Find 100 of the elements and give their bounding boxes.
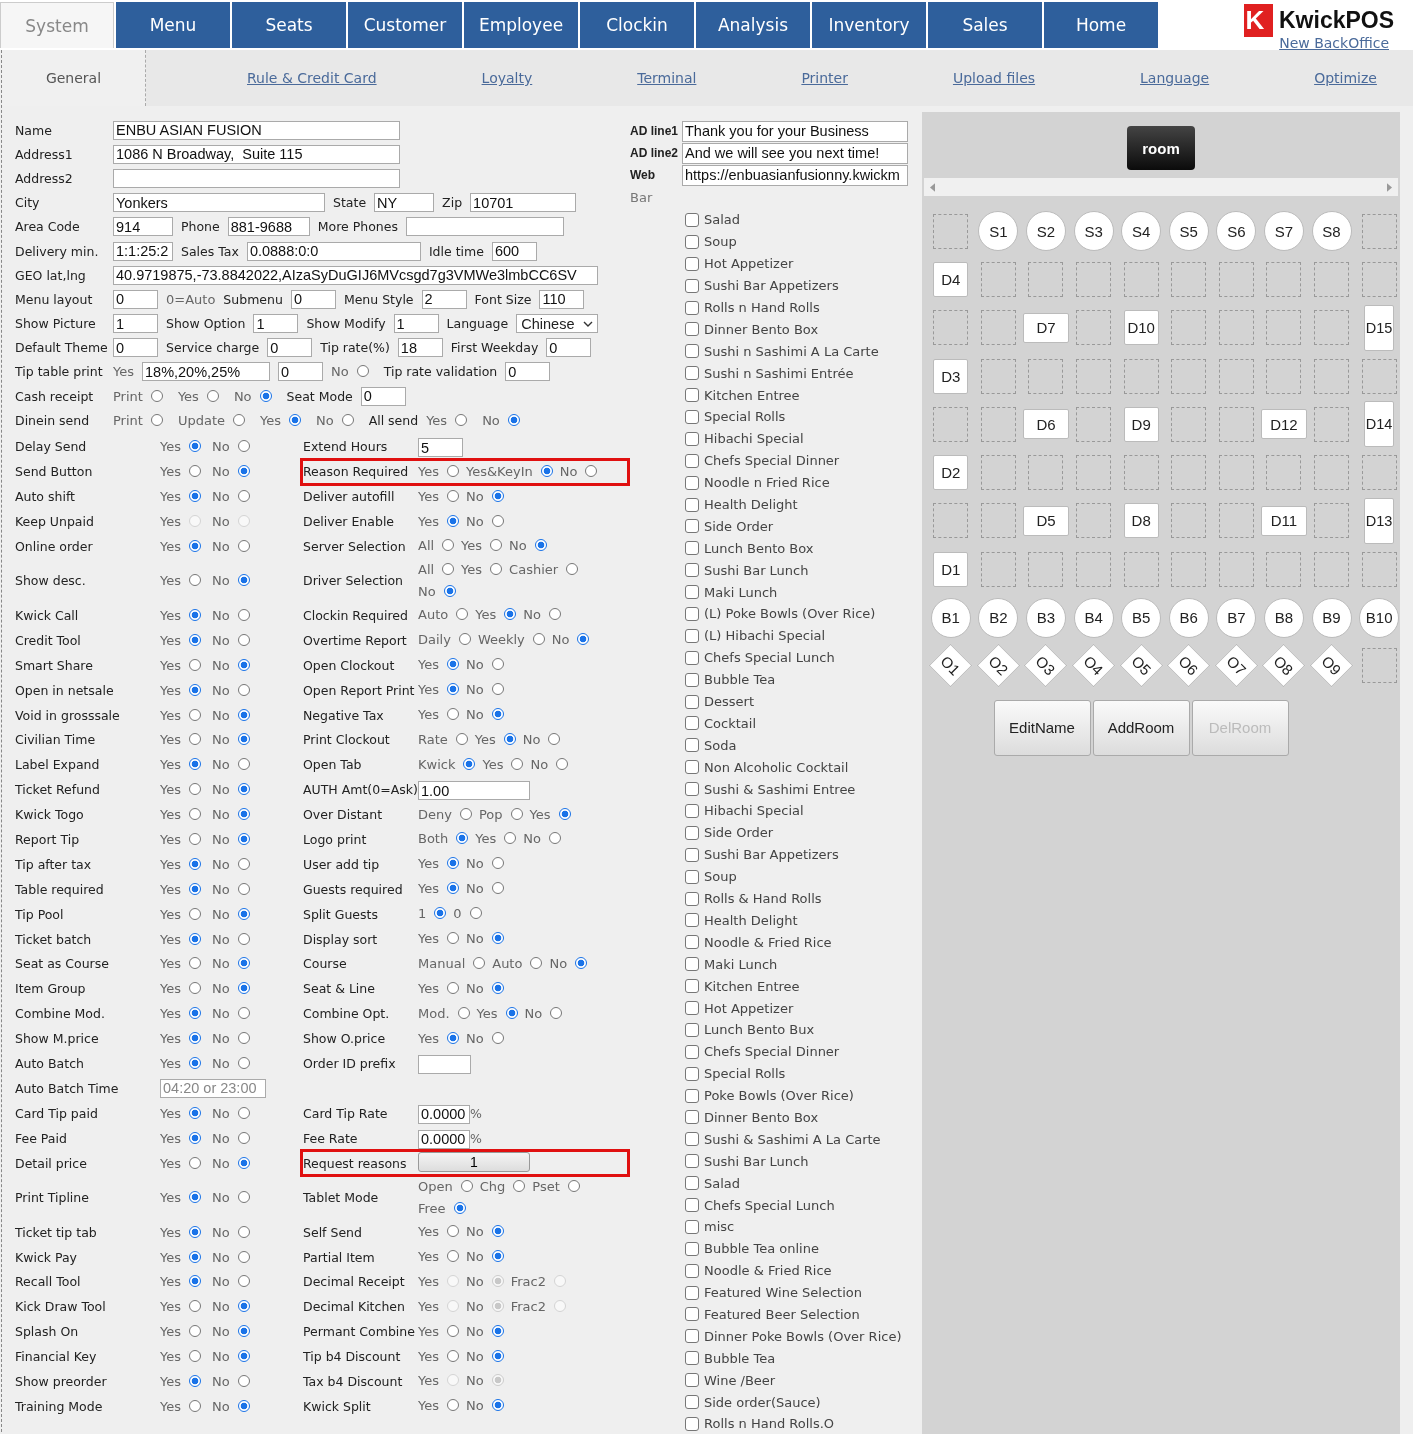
checkbox[interactable] xyxy=(685,541,699,556)
nav-tab[interactable]: Seats xyxy=(232,2,346,48)
radio-button[interactable] xyxy=(237,982,250,995)
left-arrow-icon[interactable] xyxy=(930,182,935,192)
radio-button[interactable] xyxy=(237,808,250,821)
radio-button[interactable] xyxy=(237,932,250,945)
radio-button[interactable] xyxy=(504,608,517,621)
radio-button[interactable] xyxy=(237,658,250,671)
checkbox[interactable] xyxy=(685,694,699,709)
settings-tab[interactable]: General xyxy=(2,50,146,106)
round-table[interactable]: B3 xyxy=(1026,597,1066,638)
round-table[interactable]: S8 xyxy=(1311,211,1352,252)
checkbox[interactable] xyxy=(685,869,699,884)
radio-button[interactable] xyxy=(237,1325,250,1338)
text-field[interactable]: 0.0000 xyxy=(418,1104,470,1124)
round-table[interactable]: B4 xyxy=(1073,597,1114,638)
checkbox[interactable] xyxy=(685,847,699,862)
radio-button[interactable] xyxy=(189,733,201,746)
radio-button[interactable] xyxy=(189,708,201,721)
radio-button[interactable] xyxy=(491,1324,504,1337)
rect-table[interactable]: D11 xyxy=(1260,505,1307,536)
radio-button[interactable] xyxy=(237,733,250,746)
settings-tab[interactable]: Language xyxy=(1136,50,1214,106)
text-field[interactable]: https://enbuasianfusionny.kwickm xyxy=(682,164,908,186)
checkbox[interactable] xyxy=(685,1132,699,1147)
text-field[interactable]: ENBU ASIAN FUSION xyxy=(113,120,400,140)
radio-button[interactable] xyxy=(491,1349,504,1362)
radio-button[interactable] xyxy=(457,1006,470,1019)
checkbox[interactable] xyxy=(685,409,699,424)
checkbox[interactable] xyxy=(685,453,699,468)
diamond-table[interactable]: O3 xyxy=(1024,643,1068,688)
round-table[interactable]: S2 xyxy=(1026,211,1066,252)
checkbox[interactable] xyxy=(685,1329,699,1344)
square-table[interactable]: D10 xyxy=(1123,310,1159,346)
text-field[interactable]: 881-9688 xyxy=(227,217,310,237)
checkbox[interactable] xyxy=(685,1044,699,1059)
checkbox[interactable] xyxy=(685,1066,699,1081)
square-table[interactable]: D9 xyxy=(1123,406,1159,442)
settings-tab[interactable]: Terminal xyxy=(633,50,701,106)
checkbox[interactable] xyxy=(685,672,699,687)
checkbox[interactable] xyxy=(685,1351,699,1366)
radio-button[interactable] xyxy=(237,1375,250,1388)
round-table[interactable]: B2 xyxy=(978,597,1019,638)
text-field[interactable]: Yonkers xyxy=(113,193,325,213)
radio-button[interactable] xyxy=(237,907,250,920)
checkbox[interactable] xyxy=(685,1219,699,1234)
radio-button[interactable] xyxy=(189,932,201,945)
checkbox[interactable] xyxy=(685,1001,699,1015)
radio-button[interactable] xyxy=(447,857,459,870)
radio-button[interactable] xyxy=(456,608,469,621)
nav-tab[interactable]: Inventory xyxy=(812,2,926,48)
radio-button[interactable] xyxy=(558,807,571,820)
checkbox[interactable] xyxy=(685,1285,699,1300)
square-table[interactable]: D8 xyxy=(1123,503,1159,539)
radio-button[interactable] xyxy=(575,956,588,969)
radio-button[interactable] xyxy=(189,1032,201,1045)
text-field[interactable]: 0 xyxy=(546,338,592,358)
radio-button[interactable] xyxy=(447,464,459,477)
radio-button[interactable] xyxy=(189,833,201,846)
radio-button[interactable] xyxy=(189,857,201,870)
diamond-table[interactable]: O7 xyxy=(1214,643,1259,688)
text-field[interactable]: 0 xyxy=(113,289,158,309)
radio-button[interactable] xyxy=(189,1057,201,1070)
text-field[interactable]: 1 xyxy=(253,314,299,334)
radio-button[interactable] xyxy=(455,732,468,745)
radio-button[interactable] xyxy=(189,658,201,671)
radio-button[interactable] xyxy=(237,882,250,895)
round-table[interactable]: B1 xyxy=(930,597,971,638)
radio-button[interactable] xyxy=(442,562,455,575)
checkbox[interactable] xyxy=(685,628,699,643)
radio-button[interactable] xyxy=(458,633,471,646)
radio-button[interactable] xyxy=(530,956,543,969)
radio-button[interactable] xyxy=(237,1057,250,1070)
checkbox[interactable] xyxy=(685,606,699,621)
radio-button[interactable] xyxy=(540,464,553,477)
room-action-button[interactable]: AddRoom xyxy=(1092,699,1190,756)
nav-tab[interactable]: Analysis xyxy=(696,2,810,48)
radio-button[interactable] xyxy=(237,465,250,478)
text-field[interactable]: 0.0000 xyxy=(418,1129,470,1149)
radio-button[interactable] xyxy=(189,683,201,696)
radio-button[interactable] xyxy=(511,757,524,770)
radio-button[interactable] xyxy=(237,1191,250,1204)
text-field[interactable]: 10701 xyxy=(470,193,577,213)
text-field[interactable]: 5 xyxy=(418,438,463,458)
checkbox[interactable] xyxy=(685,563,699,578)
square-table[interactable]: D4 xyxy=(933,261,969,297)
radio-button[interactable] xyxy=(189,1007,201,1020)
text-field[interactable] xyxy=(418,1054,471,1074)
text-field[interactable] xyxy=(113,168,400,188)
radio-button[interactable] xyxy=(577,633,590,646)
checkbox[interactable] xyxy=(685,344,699,359)
checkbox[interactable] xyxy=(685,760,699,775)
radio-button[interactable] xyxy=(237,857,250,870)
radio-button[interactable] xyxy=(189,957,201,970)
radio-button[interactable] xyxy=(150,389,163,402)
radio-button[interactable] xyxy=(566,562,579,575)
radio-button[interactable] xyxy=(189,1225,201,1238)
checkbox[interactable] xyxy=(685,979,699,994)
radio-button[interactable] xyxy=(491,514,504,527)
rect-table[interactable]: D7 xyxy=(1023,312,1069,343)
